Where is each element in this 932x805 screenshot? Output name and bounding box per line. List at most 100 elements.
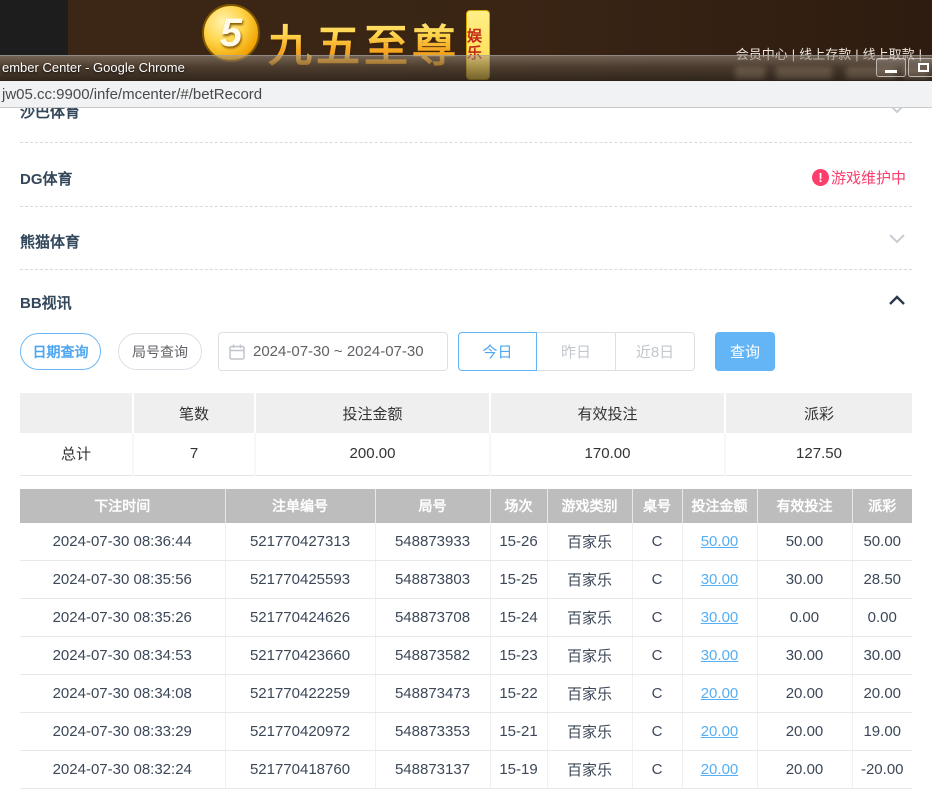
round-query-tab[interactable]: 局号查询 bbox=[118, 333, 202, 370]
bet-record-table: 下注时间 注单编号 局号 场次 游戏类别 桌号 投注金额 有效投注 派彩 202… bbox=[20, 489, 912, 790]
bet-table-header-row: 下注时间 注单编号 局号 场次 游戏类别 桌号 投注金额 有效投注 派彩 bbox=[20, 489, 912, 523]
table-cell: 521770418760 bbox=[225, 751, 375, 789]
date-range-input[interactable]: 2024-07-30 ~ 2024-07-30 bbox=[218, 332, 448, 371]
maintenance-text: 游戏维护中 bbox=[831, 167, 906, 188]
table-cell: 521770422259 bbox=[225, 675, 375, 713]
table-cell: 548873353 bbox=[375, 713, 490, 751]
table-cell: 15-25 bbox=[490, 561, 547, 599]
table-cell: C bbox=[632, 637, 682, 675]
yesterday-button[interactable]: 昨日 bbox=[537, 332, 616, 371]
table-cell: 19.00 bbox=[852, 713, 912, 751]
table-cell: 548873582 bbox=[375, 637, 490, 675]
table-row: 2024-07-30 08:34:53521770423660548873582… bbox=[20, 637, 912, 675]
table-cell: 30.00 bbox=[682, 637, 757, 675]
today-button[interactable]: 今日 bbox=[458, 332, 537, 371]
table-cell: 521770425593 bbox=[225, 561, 375, 599]
table-cell: 50.00 bbox=[852, 523, 912, 561]
summary-payout: 127.50 bbox=[725, 433, 912, 475]
table-cell: C bbox=[632, 523, 682, 561]
table-cell: 百家乐 bbox=[547, 637, 632, 675]
col-bet-amount: 投注金额 bbox=[682, 489, 757, 523]
table-cell: 28.50 bbox=[852, 561, 912, 599]
section-title: 熊猫体育 bbox=[20, 231, 80, 252]
table-cell: 2024-07-30 08:33:29 bbox=[20, 713, 225, 751]
bet-amount-link[interactable]: 20.00 bbox=[701, 723, 739, 740]
section-panda-sports[interactable]: 熊猫体育 bbox=[20, 207, 912, 270]
summary-total-row: 总计 7 200.00 170.00 127.50 bbox=[20, 433, 912, 475]
bet-amount-link[interactable]: 50.00 bbox=[701, 533, 739, 550]
table-cell: 15-21 bbox=[490, 713, 547, 751]
table-cell: 0.00 bbox=[757, 599, 852, 637]
maximize-button[interactable] bbox=[908, 58, 932, 77]
bet-table-body: 2024-07-30 08:36:44521770427313548873933… bbox=[20, 523, 912, 789]
col-game-type: 游戏类别 bbox=[547, 489, 632, 523]
bet-amount-link[interactable]: 20.00 bbox=[701, 761, 739, 778]
table-cell: 548873933 bbox=[375, 523, 490, 561]
header-corner-block bbox=[0, 0, 68, 55]
summary-valid-bet: 170.00 bbox=[490, 433, 725, 475]
table-cell: 20.00 bbox=[682, 751, 757, 789]
table-cell: 20.00 bbox=[852, 675, 912, 713]
table-cell: 20.00 bbox=[682, 675, 757, 713]
member-center-content: 沙巴体育 DG体育 ! 游戏维护中 熊猫体育 BB视讯 日期查询 bbox=[0, 96, 932, 805]
search-button[interactable]: 查询 bbox=[715, 332, 775, 371]
table-cell: 50.00 bbox=[757, 523, 852, 561]
table-cell: 15-24 bbox=[490, 599, 547, 637]
page: 5 九五至尊 娱乐 会员中心|线上存款|线上取款| ember Center -… bbox=[0, 0, 932, 805]
bet-amount-link[interactable]: 20.00 bbox=[701, 685, 739, 702]
bet-amount-link[interactable]: 30.00 bbox=[701, 609, 739, 626]
maintenance-notice: ! 游戏维护中 bbox=[812, 167, 906, 188]
table-cell: C bbox=[632, 675, 682, 713]
summary-header-cell: 投注金额 bbox=[255, 393, 490, 433]
chrome-titlebar[interactable]: ember Center - Google Chrome bbox=[0, 55, 932, 81]
summary-total-label: 总计 bbox=[20, 433, 133, 475]
table-cell: 521770424626 bbox=[225, 599, 375, 637]
table-cell: 548873708 bbox=[375, 599, 490, 637]
table-cell: -20.00 bbox=[852, 751, 912, 789]
table-cell: 15-23 bbox=[490, 637, 547, 675]
table-cell: 521770423660 bbox=[225, 637, 375, 675]
table-cell: 548873137 bbox=[375, 751, 490, 789]
table-row: 2024-07-30 08:33:29521770420972548873353… bbox=[20, 713, 912, 751]
table-row: 2024-07-30 08:35:56521770425593548873803… bbox=[20, 561, 912, 599]
chevron-down-icon bbox=[888, 232, 906, 250]
table-cell: 521770427313 bbox=[225, 523, 375, 561]
bet-amount-link[interactable]: 30.00 bbox=[701, 571, 739, 588]
table-cell: 15-19 bbox=[490, 751, 547, 789]
col-valid-bet: 有效投注 bbox=[757, 489, 852, 523]
quick-range-group: 今日 昨日 近8日 bbox=[458, 332, 695, 371]
table-cell: 20.00 bbox=[757, 751, 852, 789]
summary-header-cell: 有效投注 bbox=[490, 393, 725, 433]
date-query-tab[interactable]: 日期查询 bbox=[20, 333, 101, 370]
table-cell: 百家乐 bbox=[547, 599, 632, 637]
table-cell: 30.00 bbox=[852, 637, 912, 675]
table-cell: 百家乐 bbox=[547, 751, 632, 789]
bet-amount-link[interactable]: 30.00 bbox=[701, 647, 739, 664]
table-cell: 2024-07-30 08:34:53 bbox=[20, 637, 225, 675]
summary-header-row: 笔数 投注金额 有效投注 派彩 bbox=[20, 393, 912, 433]
section-bb-video[interactable]: BB视讯 bbox=[20, 270, 912, 325]
table-cell: 20.00 bbox=[682, 713, 757, 751]
summary-count: 7 bbox=[133, 433, 255, 475]
table-row: 2024-07-30 08:32:24521770418760548873137… bbox=[20, 751, 912, 789]
last-8-days-button[interactable]: 近8日 bbox=[616, 332, 695, 371]
summary-header-cell bbox=[20, 393, 133, 433]
table-cell: 2024-07-30 08:36:44 bbox=[20, 523, 225, 561]
summary-header-cell: 笔数 bbox=[133, 393, 255, 433]
section-dg-sports[interactable]: DG体育 ! 游戏维护中 bbox=[20, 143, 912, 207]
filter-row: 日期查询 局号查询 2024-07-30 ~ 2024-07-30 今日 昨日 … bbox=[20, 332, 912, 371]
table-cell: 20.00 bbox=[757, 675, 852, 713]
chrome-urlbar[interactable]: jw05.cc:9900/infe/mcenter/#/betRecord bbox=[0, 81, 932, 108]
col-table-no: 桌号 bbox=[632, 489, 682, 523]
table-row: 2024-07-30 08:34:08521770422259548873473… bbox=[20, 675, 912, 713]
table-cell: 30.00 bbox=[682, 599, 757, 637]
minimize-button[interactable] bbox=[876, 58, 906, 77]
section-title: BB视讯 bbox=[20, 292, 72, 313]
table-cell: 2024-07-30 08:35:26 bbox=[20, 599, 225, 637]
table-cell: 30.00 bbox=[682, 561, 757, 599]
summary-bet-amount: 200.00 bbox=[255, 433, 490, 475]
table-cell: 百家乐 bbox=[547, 561, 632, 599]
table-cell: 百家乐 bbox=[547, 675, 632, 713]
col-bet-id: 注单编号 bbox=[225, 489, 375, 523]
table-cell: C bbox=[632, 713, 682, 751]
